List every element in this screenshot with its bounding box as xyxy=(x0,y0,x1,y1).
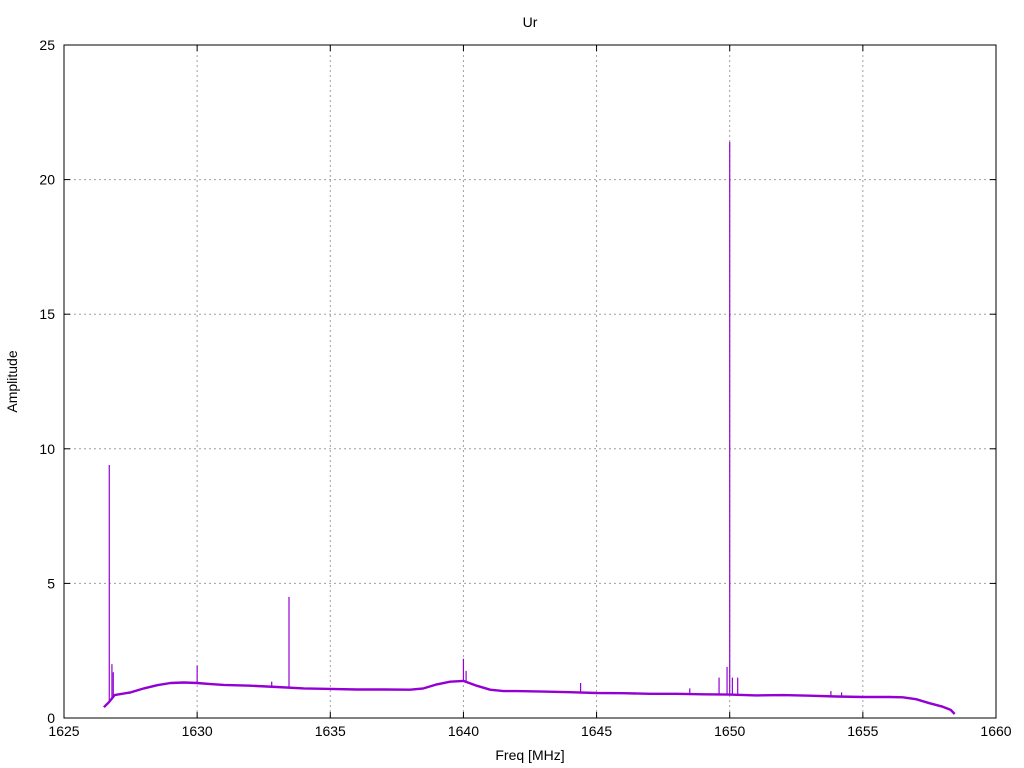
chart-title: Ur xyxy=(523,14,538,30)
chart-figure: 1625 1630 1635 1640 1645 1650 1655 1660 0510152… xyxy=(0,0,1024,768)
y-tick-label: 10 xyxy=(39,441,55,457)
x-axis-label: Freq [MHz] xyxy=(495,747,564,763)
x-tick-label: 1660 xyxy=(980,723,1011,739)
y-tick-label: 15 xyxy=(39,306,55,322)
x-tick-label: 1645 xyxy=(581,723,612,739)
y-tick-label: 25 xyxy=(39,37,55,53)
x-tick-label: 1650 xyxy=(714,723,745,739)
chart-background xyxy=(0,0,1024,768)
y-axis-label: Amplitude xyxy=(4,350,20,412)
y-tick-label: 5 xyxy=(47,575,55,591)
x-tick-label: 1630 xyxy=(182,723,213,739)
y-tick-label: 0 xyxy=(47,710,55,726)
x-tick-label: 1655 xyxy=(847,723,878,739)
x-tick-label: 1640 xyxy=(448,723,479,739)
y-tick-label: 20 xyxy=(39,172,55,188)
x-tick-label: 1635 xyxy=(315,723,346,739)
